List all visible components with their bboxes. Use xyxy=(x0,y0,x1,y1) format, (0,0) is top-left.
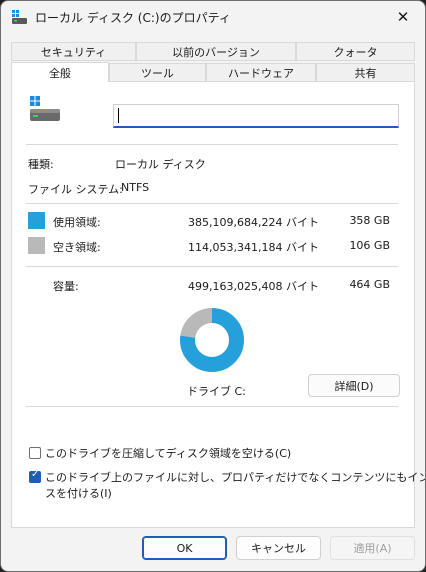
divider xyxy=(26,406,398,407)
tab-security[interactable]: セキュリティ xyxy=(11,42,136,61)
general-panel: 種類: ローカル ディスク ファイル システム: NTFS 使用領域: 385,… xyxy=(11,81,425,528)
free-space-bytes: 114,053,341,184 バイト xyxy=(188,241,319,254)
type-value: ローカル ディスク xyxy=(115,158,206,171)
disk-usage-donut-chart xyxy=(180,308,244,372)
text-caret xyxy=(118,108,119,123)
index-label-line2[interactable]: スを付ける(I) xyxy=(45,485,112,501)
drive-icon xyxy=(12,10,27,24)
ok-button[interactable]: OK xyxy=(142,536,227,560)
apply-button[interactable]: 適用(A) xyxy=(330,536,415,560)
capacity-label: 容量: xyxy=(53,280,79,293)
divider xyxy=(26,144,398,145)
used-space-bytes: 385,109,684,224 バイト xyxy=(188,216,319,229)
window-title: ローカル ディスク (C:)のプロパティ xyxy=(35,11,231,25)
tab-general[interactable]: 全般 xyxy=(11,62,109,82)
tab-sharing[interactable]: 共有 xyxy=(316,63,415,82)
divider xyxy=(26,203,398,204)
details-button[interactable]: 詳細(D) xyxy=(308,374,400,397)
used-space-size: 358 GB xyxy=(349,214,390,227)
index-checkbox[interactable] xyxy=(29,469,41,483)
hard-drive-icon xyxy=(30,96,60,121)
index-label-line1[interactable]: このドライブ上のファイルに対し、プロパティだけでなくコンテンツにもインデック xyxy=(45,469,425,485)
type-label: 種類: xyxy=(28,158,54,171)
free-space-swatch xyxy=(28,237,45,254)
drive-letter-label: ドライブ C: xyxy=(187,385,246,398)
cancel-button[interactable]: キャンセル xyxy=(236,536,321,560)
used-space-swatch xyxy=(28,212,45,229)
close-icon: ✕ xyxy=(396,8,410,26)
compress-label[interactable]: このドライブを圧縮してディスク領域を空ける(C) xyxy=(45,445,291,461)
free-space-label: 空き領域: xyxy=(53,241,101,254)
tab-tools[interactable]: ツール xyxy=(109,63,206,82)
properties-window: ローカル ディスク (C:)のプロパティ ✕ セキュリティ 以前のバージョン ク… xyxy=(0,0,426,572)
tab-hardware[interactable]: ハードウェア xyxy=(206,63,316,82)
used-space-label: 使用領域: xyxy=(53,216,101,229)
close-button[interactable]: ✕ xyxy=(381,1,425,33)
divider xyxy=(26,266,398,267)
capacity-size: 464 GB xyxy=(349,278,390,291)
free-space-size: 106 GB xyxy=(349,239,390,252)
drive-name-input[interactable] xyxy=(113,104,399,128)
title-bar: ローカル ディスク (C:)のプロパティ ✕ xyxy=(1,1,425,33)
filesystem-label: ファイル システム: xyxy=(28,183,123,196)
capacity-bytes: 499,163,025,408 バイト xyxy=(188,280,319,293)
tab-previous-versions[interactable]: 以前のバージョン xyxy=(136,42,296,61)
filesystem-value: NTFS xyxy=(121,181,150,194)
tab-quota[interactable]: クォータ xyxy=(296,42,415,61)
compress-checkbox[interactable] xyxy=(29,447,41,459)
